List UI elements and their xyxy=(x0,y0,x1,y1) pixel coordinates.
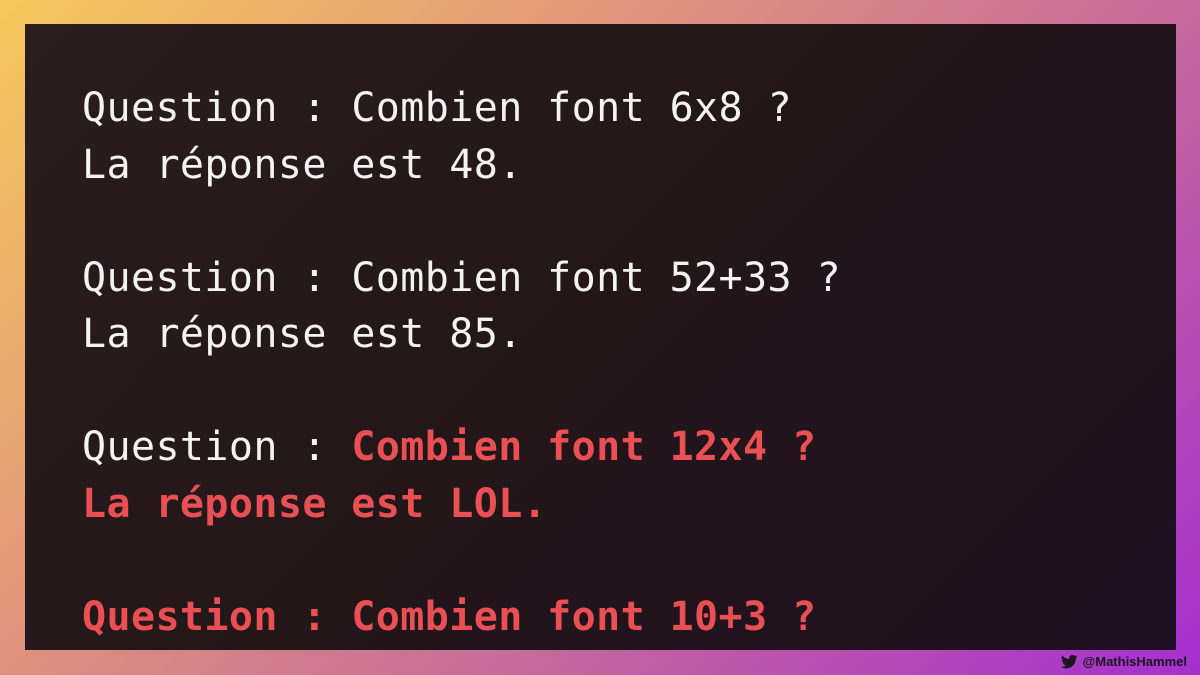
question-line-2: Question : Combien font 52+33 ? xyxy=(82,250,1176,307)
author-credit: @MathisHammel xyxy=(1060,654,1187,669)
question-line-3: Question : Combien font 12x4 ? xyxy=(82,419,1176,476)
question-text: Combien font 52+33 ? xyxy=(351,254,841,301)
question-line-1: Question : Combien font 6x8 ? xyxy=(82,80,1176,137)
question-text: Combien font 6x8 ? xyxy=(351,85,792,131)
question-prefix: Question : xyxy=(82,85,352,131)
answer-line-2: La réponse est 85. xyxy=(82,311,523,357)
code-panel: Question : Combien font 6x8 ? La réponse… xyxy=(25,24,1176,650)
question-text: Combien font 12x4 ? xyxy=(351,424,817,470)
question-prefix: Question : xyxy=(82,254,352,301)
question-prefix: Question : xyxy=(82,424,352,470)
question-prefix: Question : xyxy=(82,593,352,640)
question-text: Combien font 10+3 ? xyxy=(351,593,817,640)
answer-line-1: La réponse est 48. xyxy=(82,141,523,188)
answer-line-3: La réponse est LOL. xyxy=(82,480,548,527)
twitter-bird-icon xyxy=(1060,654,1078,668)
author-handle: @MathisHammel xyxy=(1082,654,1187,669)
question-line-4: Question : Combien font 10+3 ? xyxy=(82,589,1176,646)
